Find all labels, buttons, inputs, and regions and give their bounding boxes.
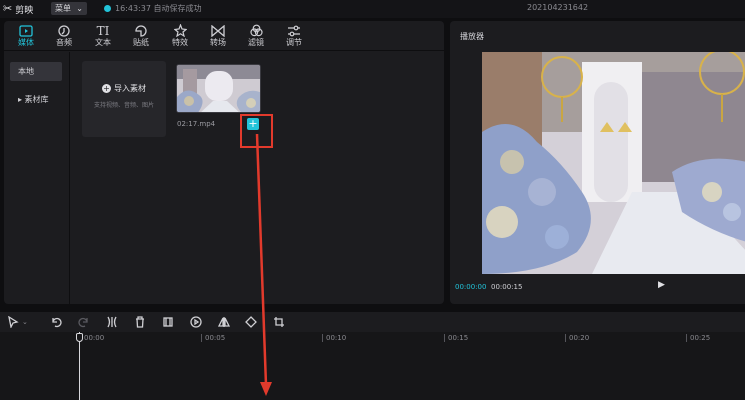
playhead[interactable] bbox=[79, 332, 80, 400]
undo-icon bbox=[52, 317, 62, 328]
ruler-tick: 00:10 bbox=[322, 334, 346, 342]
tab-media[interactable]: 媒体 bbox=[8, 23, 44, 48]
player-panel: 播放器 00:00:00 00:00:15 ▶ bbox=[450, 21, 745, 304]
app-logo: ✂ 剪映 bbox=[3, 2, 33, 16]
playhead-handle[interactable] bbox=[76, 333, 83, 342]
sidebar-item-local[interactable]: 本地 bbox=[10, 62, 62, 81]
chevron-down-icon: ⌄ bbox=[76, 4, 83, 13]
player-title: 播放器 bbox=[460, 32, 484, 41]
capcut-logo-icon: ✂ bbox=[3, 2, 13, 15]
cursor-icon bbox=[8, 316, 19, 328]
tab-text[interactable]: TI 文本 bbox=[85, 23, 121, 48]
current-time: 00:00:00 bbox=[455, 283, 487, 291]
autosave-status: 16:43:37 自动保存成功 bbox=[104, 3, 201, 14]
trash-icon bbox=[136, 316, 144, 328]
text-icon: TI bbox=[96, 23, 110, 38]
clip-filename: 02:17.mp4 bbox=[177, 120, 216, 128]
menu-label: 菜单 bbox=[55, 4, 71, 13]
title-bar: ✂ 剪映 菜单 ⌄ 16:43:37 自动保存成功 202104231642 bbox=[0, 0, 745, 18]
split-icon bbox=[107, 316, 117, 328]
reverse-button[interactable] bbox=[190, 315, 202, 329]
freeze-icon bbox=[163, 317, 173, 327]
redo-button[interactable] bbox=[78, 315, 90, 329]
transition-icon bbox=[200, 23, 236, 38]
tab-sticker[interactable]: 贴纸 bbox=[123, 23, 159, 48]
import-media-button[interactable]: + 导入素材 支持视频、音频、图片 bbox=[82, 61, 166, 137]
tab-transition[interactable]: 转场 bbox=[200, 23, 236, 48]
play-button[interactable]: ▶ bbox=[658, 280, 665, 290]
import-hint: 支持视频、音频、图片 bbox=[93, 102, 154, 109]
delete-button[interactable] bbox=[134, 315, 146, 329]
rotate-icon bbox=[245, 316, 257, 328]
filter-icon bbox=[238, 23, 274, 38]
ruler-tick: 00:20 bbox=[565, 334, 589, 342]
tab-effects[interactable]: 特效 bbox=[162, 23, 198, 48]
mirror-icon bbox=[218, 317, 230, 327]
reverse-play-icon bbox=[190, 316, 202, 328]
media-toolbar: 媒体 音频 TI 文本 贴纸 特效 转场 滤镜 调节 bbox=[4, 21, 444, 51]
crop-icon bbox=[274, 317, 284, 327]
annotation-highlight-box bbox=[240, 114, 273, 148]
tab-audio[interactable]: 音频 bbox=[46, 23, 82, 48]
sticker-icon bbox=[123, 23, 159, 38]
app-name: 剪映 bbox=[15, 5, 34, 16]
split-button[interactable] bbox=[106, 315, 118, 329]
video-preview[interactable] bbox=[482, 52, 745, 274]
select-tool-button[interactable]: ⌄ bbox=[8, 315, 28, 329]
timeline-toolbar: ⌄ bbox=[0, 312, 745, 332]
media-clip-thumbnail[interactable] bbox=[176, 64, 261, 113]
rotate-button[interactable] bbox=[245, 315, 257, 329]
freeze-frame-button[interactable] bbox=[162, 315, 174, 329]
tab-filter[interactable]: 滤镜 bbox=[238, 23, 274, 48]
undo-button[interactable] bbox=[50, 315, 62, 329]
plus-circle-icon: + bbox=[102, 84, 111, 93]
import-label: 导入素材 bbox=[114, 84, 146, 93]
menu-dropdown[interactable]: 菜单 ⌄ bbox=[51, 2, 87, 15]
media-panel: 媒体 音频 TI 文本 贴纸 特效 转场 滤镜 调节 本地 ▸ 素材库 + 导入… bbox=[4, 21, 444, 304]
adjust-icon bbox=[276, 23, 312, 38]
effects-icon bbox=[162, 23, 198, 38]
play-icon: ▶ bbox=[658, 280, 665, 290]
media-sidebar: 本地 ▸ 素材库 bbox=[4, 52, 70, 304]
timeline[interactable]: 00:00 00:05 00:10 00:15 00:20 00:25 bbox=[0, 332, 745, 400]
total-time: 00:00:15 bbox=[491, 283, 523, 291]
autosave-text: 16:43:37 自动保存成功 bbox=[115, 4, 202, 13]
chevron-down-icon: ⌄ bbox=[22, 318, 28, 326]
status-dot-icon bbox=[104, 5, 111, 12]
mirror-button[interactable] bbox=[218, 315, 230, 329]
sidebar-item-library[interactable]: ▸ 素材库 bbox=[10, 90, 62, 109]
ruler-tick: 00:15 bbox=[444, 334, 468, 342]
media-icon bbox=[8, 23, 44, 38]
ruler-tick: 00:05 bbox=[201, 334, 225, 342]
tab-adjust[interactable]: 调节 bbox=[276, 23, 312, 48]
ruler-tick: 00:00 bbox=[80, 334, 104, 342]
ruler-tick: 00:25 bbox=[686, 334, 710, 342]
redo-icon bbox=[78, 317, 88, 328]
crop-button[interactable] bbox=[273, 315, 285, 329]
project-name: 202104231642 bbox=[527, 3, 589, 12]
audio-icon bbox=[46, 23, 82, 38]
